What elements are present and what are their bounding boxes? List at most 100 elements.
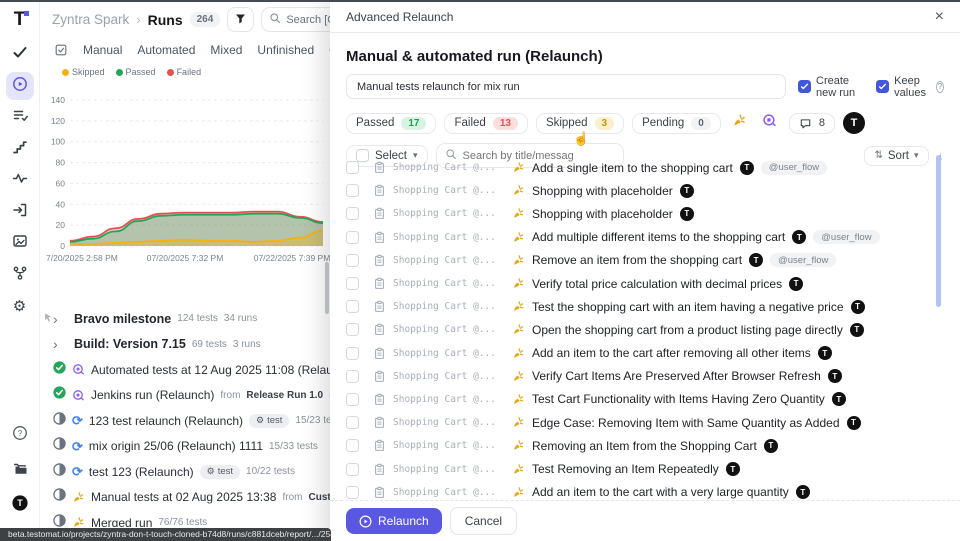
run-row[interactable]: Jenkins run (Relaunch)fromRelease Run 1.…: [40, 383, 331, 409]
test-checkbox[interactable]: [346, 370, 359, 383]
test-row[interactable]: Shopping Cart @...Test the shopping cart…: [330, 295, 934, 318]
breadcrumb-project[interactable]: Zyntra Spark: [52, 12, 129, 27]
filter-chip-failed[interactable]: Failed13: [444, 113, 527, 134]
test-title[interactable]: Test the shopping cart with an item havi…: [532, 300, 844, 314]
test-checkbox[interactable]: [346, 439, 359, 452]
filter-chip-pending[interactable]: Pending0: [632, 113, 721, 134]
run-row[interactable]: ⟳test 123 (Relaunch)⚙test10/22 tests: [40, 459, 331, 485]
test-row[interactable]: Shopping Cart @...Verify Cart Items Are …: [330, 365, 934, 388]
test-row[interactable]: Shopping Cart @...Open the shopping cart…: [330, 318, 934, 341]
cancel-button[interactable]: Cancel: [450, 507, 517, 535]
checkbox[interactable]: [798, 80, 811, 93]
test-checkbox[interactable]: [346, 184, 359, 197]
sidebar-item-suites[interactable]: [6, 104, 34, 132]
tab-automated[interactable]: Automated: [137, 43, 195, 57]
test-row[interactable]: Shopping Cart @...Add an item to the car…: [330, 342, 934, 365]
comments-filter-button[interactable]: 8: [789, 113, 835, 134]
test-row[interactable]: Shopping Cart @...Edge Case: Removing It…: [330, 411, 934, 434]
filter-manual-button[interactable]: [729, 112, 751, 134]
app-logo[interactable]: T: [14, 9, 26, 31]
run-row[interactable]: ⟳123 test relaunch (Relaunch)⚙test15/23 …: [40, 408, 331, 434]
test-title[interactable]: Test Removing an Item Repeatedly: [532, 462, 719, 476]
test-checkbox[interactable]: [346, 323, 359, 336]
test-row[interactable]: Shopping Cart @...Add a single item to t…: [330, 156, 934, 179]
tab-unfinished[interactable]: Unfinished: [257, 43, 314, 57]
steps-icon: [12, 139, 28, 160]
test-title[interactable]: Shopping with placeholder: [532, 207, 673, 221]
test-title[interactable]: Remove an item from the shopping cart: [532, 253, 742, 267]
test-title[interactable]: Removing an Item from the Shopping Cart: [532, 439, 757, 453]
checkbox[interactable]: [876, 80, 889, 93]
test-title[interactable]: Verify total price calculation with deci…: [532, 277, 782, 291]
filter-automated-button[interactable]: [759, 112, 781, 134]
expand-chevron-icon[interactable]: ›: [53, 312, 62, 326]
test-checkbox[interactable]: [346, 300, 359, 313]
run-row[interactable]: Manual tests at 02 Aug 2025 13:38fromCus…: [40, 485, 331, 511]
test-row[interactable]: Shopping Cart @...Add multiple different…: [330, 226, 934, 249]
run-folder-row[interactable]: ›Build: Version 7.1569 tests3 runs: [40, 332, 331, 358]
test-row[interactable]: Shopping Cart @...Shopping with placehol…: [330, 202, 934, 225]
test-checkbox[interactable]: [346, 277, 359, 290]
sidebar-item-projects[interactable]: [6, 457, 34, 485]
expand-chevron-icon[interactable]: ›: [53, 337, 62, 351]
option-create-new-run[interactable]: Create new run: [798, 75, 864, 99]
test-checkbox[interactable]: [346, 416, 359, 429]
sidebar-item-pulse[interactable]: [6, 167, 34, 195]
test-tag[interactable]: @user_flow: [813, 230, 879, 244]
sidebar-item-media[interactable]: [6, 230, 34, 258]
run-row[interactable]: Merged run76/76 tests: [40, 510, 331, 527]
run-row[interactable]: ⟳mix origin 25/06 (Relaunch) 111115/33 t…: [40, 434, 331, 460]
test-checkbox[interactable]: [346, 347, 359, 360]
clipboard-icon: [373, 347, 386, 360]
test-row[interactable]: Shopping Cart @...Removing an Item from …: [330, 434, 934, 457]
test-checkbox[interactable]: [346, 463, 359, 476]
test-checkbox[interactable]: [346, 393, 359, 406]
tab-manual[interactable]: Manual: [83, 43, 122, 57]
sidebar-item-settings[interactable]: ⚙: [6, 293, 34, 321]
sidebar-item-profile-avatar[interactable]: T: [6, 492, 34, 520]
test-row[interactable]: Shopping Cart @...Verify total price cal…: [330, 272, 934, 295]
runs-search[interactable]: ×: [261, 7, 331, 32]
test-title[interactable]: Add a single item to the shopping cart: [532, 161, 733, 175]
breadcrumb-page: Runs: [148, 12, 183, 28]
close-icon[interactable]: ×: [935, 9, 944, 25]
sidebar-item-runs[interactable]: [6, 72, 34, 100]
test-title[interactable]: Edge Case: Removing Item with Same Quant…: [532, 416, 840, 430]
assignee-avatar[interactable]: T: [843, 112, 865, 134]
test-title[interactable]: Test Cart Functionality with Items Havin…: [532, 392, 825, 406]
test-checkbox[interactable]: [346, 486, 359, 499]
test-checkbox[interactable]: [346, 254, 359, 267]
test-tag[interactable]: @user_flow: [761, 161, 827, 175]
sidebar-item-branch[interactable]: [6, 261, 34, 289]
test-checkbox[interactable]: [346, 161, 359, 174]
run-row[interactable]: Automated tests at 12 Aug 2025 11:08 (Re…: [40, 357, 331, 383]
relaunch-button[interactable]: Relaunch: [346, 508, 442, 534]
test-row[interactable]: Shopping Cart @...Shopping with placehol…: [330, 179, 934, 202]
test-row[interactable]: Shopping Cart @...Test Cart Functionalit…: [330, 388, 934, 411]
test-tag[interactable]: @user_flow: [770, 253, 836, 267]
sidebar-item-check[interactable]: [6, 41, 34, 69]
test-row[interactable]: Shopping Cart @...Remove an item from th…: [330, 249, 934, 272]
option-keep-values[interactable]: Keep values?: [876, 75, 944, 99]
test-title[interactable]: Open the shopping cart from a product li…: [532, 323, 843, 337]
run-filter-icon[interactable]: [54, 43, 68, 57]
test-row[interactable]: Shopping Cart @...Test Removing an Item …: [330, 457, 934, 480]
tests-scrollbar[interactable]: [936, 155, 941, 307]
sidebar-item-import[interactable]: [6, 198, 34, 226]
tab-mixed[interactable]: Mixed: [210, 43, 242, 57]
run-folder-row[interactable]: ›Bravo milestone124 tests34 runs: [40, 306, 331, 332]
test-title[interactable]: Shopping with placeholder: [532, 184, 673, 198]
test-title[interactable]: Verify Cart Items Are Preserved After Br…: [532, 369, 821, 383]
test-title[interactable]: Add multiple different items to the shop…: [532, 230, 785, 244]
test-title[interactable]: Add an item to the cart after removing a…: [532, 346, 811, 360]
run-name-input[interactable]: [346, 74, 786, 99]
runs-search-input[interactable]: [286, 14, 331, 26]
test-checkbox[interactable]: [346, 231, 359, 244]
test-row[interactable]: Shopping Cart @...Add an item to the car…: [330, 481, 934, 500]
sidebar-item-steps[interactable]: [6, 135, 34, 163]
filter-button[interactable]: [227, 7, 254, 32]
sidebar-item-help[interactable]: ?: [6, 422, 34, 450]
filter-chip-passed[interactable]: Passed17: [346, 113, 436, 134]
test-checkbox[interactable]: [346, 207, 359, 220]
test-title[interactable]: Add an item to the cart with a very larg…: [532, 485, 789, 499]
